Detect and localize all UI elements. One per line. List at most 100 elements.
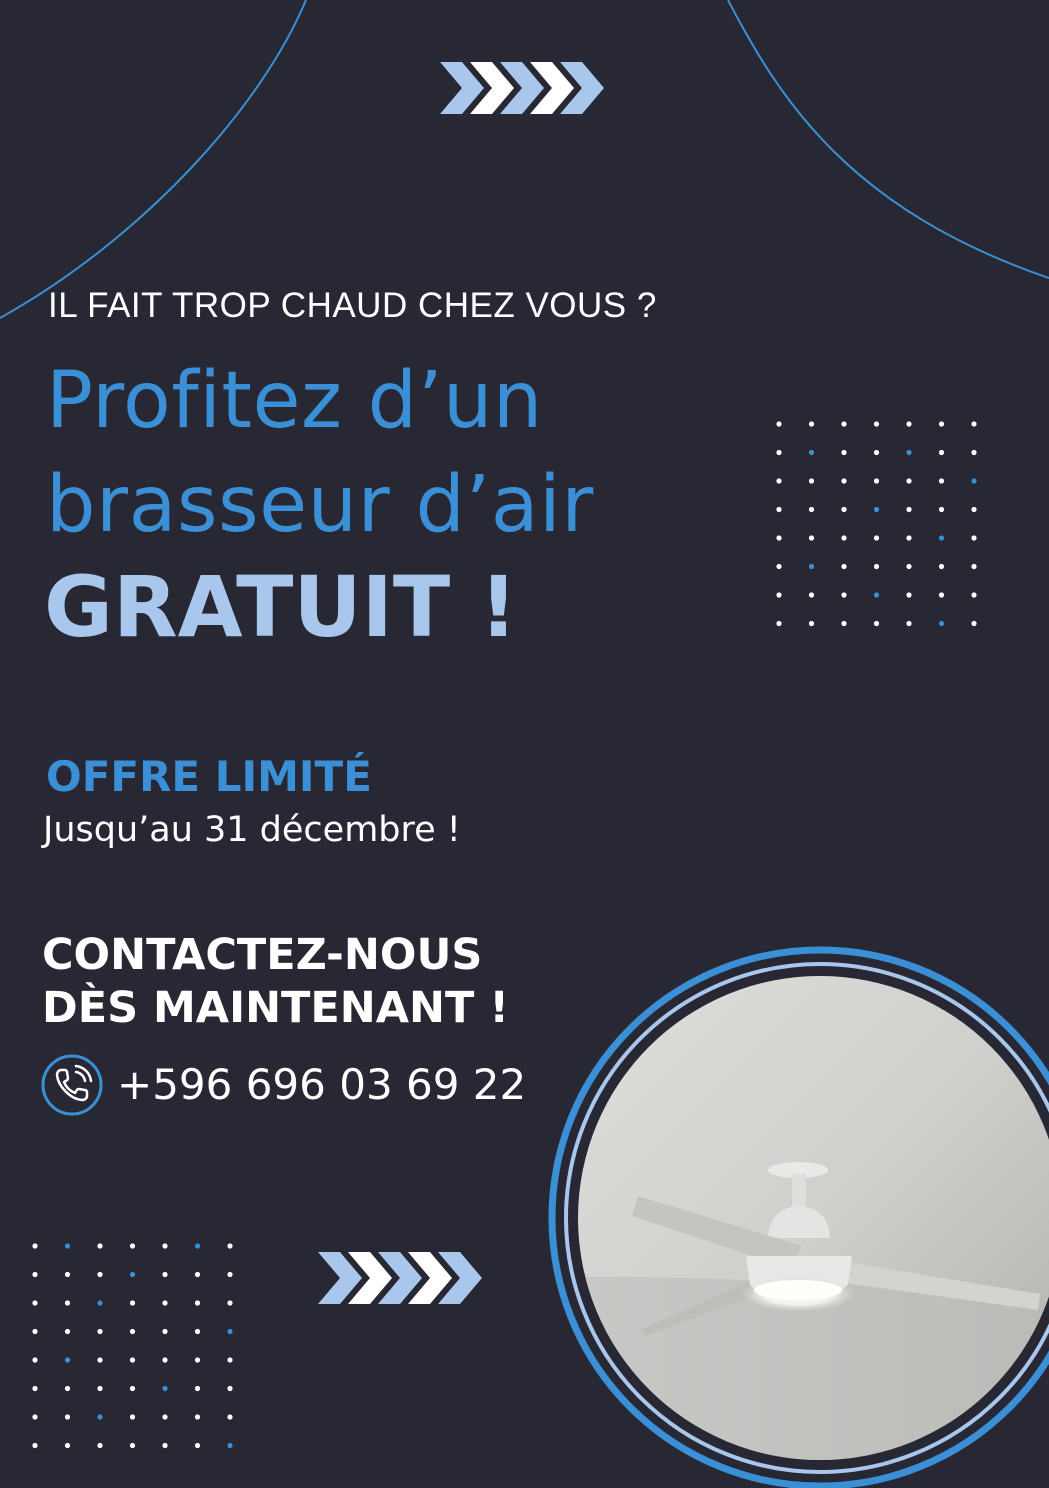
dot-grid-decoration [32,1243,233,1449]
flyer: IL FAIT TROP CHAUD CHEZ VOUS ? Profitez … [0,0,1049,1488]
decorative-dot [873,421,880,427]
decorative-dot [32,1328,38,1335]
decorative-dot [64,1271,71,1278]
decorative-dot [227,1271,233,1278]
chevron-arrows-icon [440,62,604,114]
decorative-dot [873,506,880,513]
decorative-dot [227,1243,233,1249]
decorative-dot [841,535,847,541]
decorative-dot [32,1271,38,1278]
decorative-dot [971,592,977,598]
decorative-dot [906,535,912,541]
decorative-curve-right [727,0,1049,279]
decorative-dot [129,1414,136,1420]
decorative-dot [938,421,945,427]
decorative-dot [227,1414,233,1420]
decorative-dot [841,620,847,627]
decorative-dot [64,1414,71,1420]
decorative-dot [227,1385,233,1392]
decorative-dot [906,592,912,598]
decorative-dot [776,563,782,570]
decorative-dot [971,421,977,427]
decorative-dot [841,421,847,427]
decorative-dot [841,449,847,456]
decorative-dot [162,1328,168,1335]
decorative-dot [97,1357,103,1363]
decorative-dot [129,1328,136,1335]
decorative-dot [227,1328,233,1335]
decorative-dot [971,620,977,627]
decorative-dot [906,563,912,570]
decorative-dot [873,449,880,456]
chevron-arrows-icon [318,1252,482,1304]
decorative-dot [129,1357,136,1363]
decorative-dot [32,1385,38,1392]
decorative-dot [873,620,880,627]
decorative-dot [64,1328,71,1335]
decorative-dot [873,478,880,484]
decorative-dot [841,506,847,513]
decorative-dot [971,449,977,456]
decorative-dot [162,1300,168,1306]
decorative-dot [97,1300,103,1306]
decorative-dot [32,1442,38,1449]
headline-line-2: brasseur d’air [46,460,594,550]
decorative-dot [97,1328,103,1335]
decorative-dot [64,1300,71,1306]
phone-number[interactable]: +596 696 03 69 22 [117,1060,526,1109]
decorative-dot [194,1385,201,1392]
decorative-dot [32,1414,38,1420]
decorative-dot [64,1357,71,1363]
decorative-dot [227,1442,233,1449]
decorative-dot [194,1243,201,1249]
decorative-dot [971,478,977,484]
ceiling-fan-photo [548,946,1049,1488]
decorative-dot [808,620,815,627]
decorative-dot [129,1300,136,1306]
decorative-dot [97,1385,103,1392]
decorative-dot [808,478,815,484]
decorative-dot [194,1442,201,1449]
decorative-dot [162,1271,168,1278]
eyebrow-question: IL FAIT TROP CHAUD CHEZ VOUS ? [48,286,657,325]
decorative-dot [971,563,977,570]
decorative-dot [776,620,782,627]
decorative-dot [97,1243,103,1249]
decorative-dot [971,506,977,513]
decorative-dot [97,1442,103,1449]
headline-emphasis: GRATUIT ! [44,558,518,656]
decorative-dot [32,1243,38,1249]
decorative-dot [97,1271,103,1278]
decorative-dot [906,478,912,484]
decorative-dot [938,563,945,570]
decorative-dot [162,1385,168,1392]
decorative-curve-left [0,0,307,319]
decorative-dot [841,478,847,484]
decorative-dot [162,1357,168,1363]
decorative-dot [938,506,945,513]
decorative-dot [129,1271,136,1278]
decorative-dot [129,1442,136,1449]
phone-icon [41,1054,103,1116]
decorative-dot [32,1357,38,1363]
decorative-dot [938,535,945,541]
decorative-dot [194,1271,201,1278]
decorative-dot [64,1385,71,1392]
decorative-dot [776,506,782,513]
decorative-dot [906,506,912,513]
decorative-dot [906,449,912,456]
decorative-dot [97,1414,103,1420]
offer-deadline: Jusqu’au 31 décembre ! [43,810,461,850]
decorative-dot [776,535,782,541]
decorative-dot [776,449,782,456]
decorative-dot [873,563,880,570]
decorative-dot [776,478,782,484]
decorative-dot [938,478,945,484]
decorative-dot [808,421,815,427]
decorative-dot [194,1414,201,1420]
cta-line-2: DÈS MAINTENANT ! [42,983,509,1033]
decorative-dot [227,1357,233,1363]
decorative-dot [808,535,815,541]
decorative-dot [938,449,945,456]
decorative-dot [194,1328,201,1335]
